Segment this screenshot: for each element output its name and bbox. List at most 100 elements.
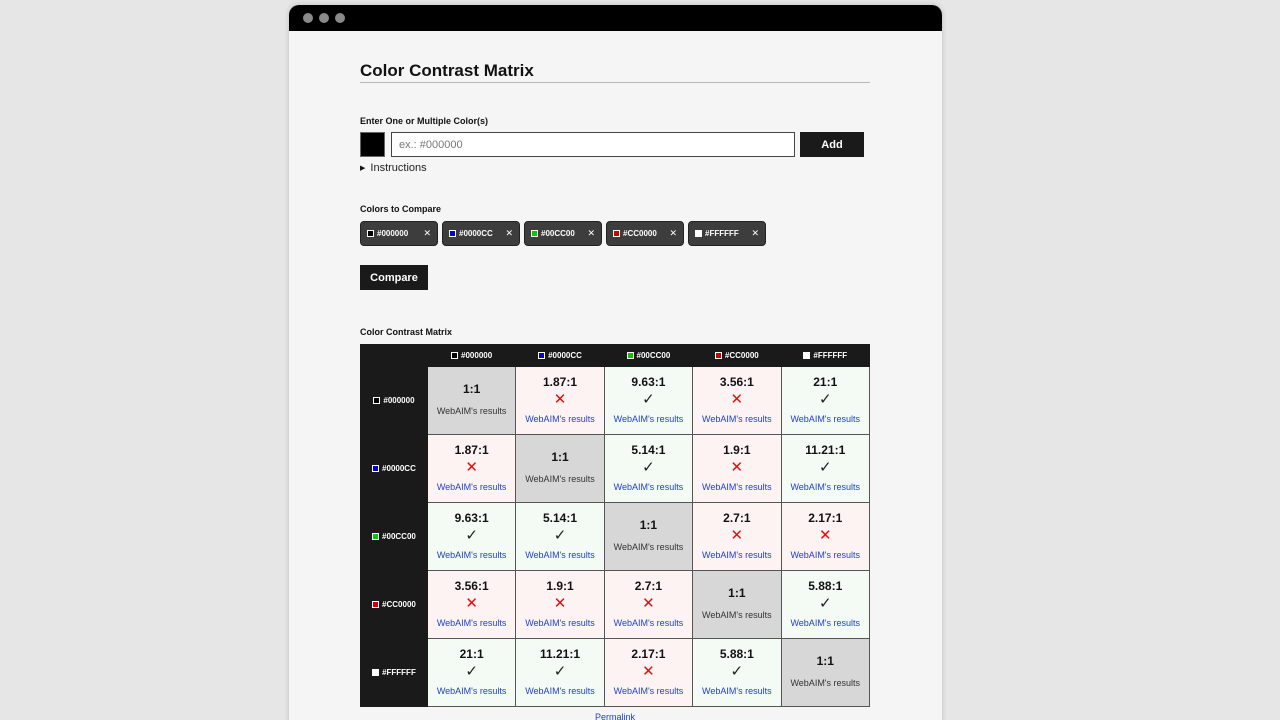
column-header-label: #CC0000 — [724, 350, 759, 360]
matrix-cell: 2.17:1 ✕ WebAIM's results — [780, 502, 871, 571]
color-chip: #CC0000 ✕ — [606, 221, 684, 246]
cross-icon: ✕ — [465, 594, 478, 612]
matrix-cell: 9.63:1 ✓ WebAIM's results — [603, 366, 694, 435]
page-title: Color Contrast Matrix — [360, 61, 870, 83]
matrix-row: #FFFFFF 21:1 ✓ WebAIM's results 11.21:1 ✓ WebA… — [360, 638, 871, 707]
webaim-results-link[interactable]: WebAIM's results — [702, 482, 772, 492]
column-header: #000000 — [426, 344, 517, 367]
checkmark-icon: ✓ — [642, 458, 655, 476]
window-control-dot[interactable] — [303, 13, 313, 23]
webaim-results-link[interactable]: WebAIM's results — [525, 414, 595, 424]
webaim-results-link[interactable]: WebAIM's results — [437, 618, 507, 628]
add-button[interactable]: Add — [800, 132, 864, 157]
color-chip-label: #CC0000 — [623, 229, 657, 238]
matrix-cell: 9.63:1 ✓ WebAIM's results — [426, 502, 517, 571]
matrix-cell: 1:1 WebAIM's results — [426, 366, 517, 435]
color-chip-label: #0000CC — [459, 229, 493, 238]
matrix-cell: 1:1 WebAIM's results — [603, 502, 694, 571]
webaim-results-link[interactable]: WebAIM's results — [614, 686, 684, 696]
contrast-ratio: 2.7:1 — [634, 578, 663, 593]
contrast-ratio: 5.14:1 — [543, 510, 578, 525]
color-swatch — [372, 600, 380, 608]
close-icon[interactable]: ✕ — [751, 228, 759, 239]
instructions-toggle[interactable]: ▶ Instructions — [360, 162, 427, 174]
close-icon[interactable]: ✕ — [505, 228, 513, 239]
color-input[interactable] — [391, 132, 795, 157]
contrast-matrix-table: #000000 #0000CC #00CC00 #CC0000 #FFFFFF #0000… — [360, 344, 871, 707]
cross-icon: ✕ — [730, 390, 744, 408]
webaim-results-link[interactable]: WebAIM's results — [614, 618, 684, 628]
compare-button[interactable]: Compare — [360, 265, 428, 290]
webaim-results-link[interactable]: WebAIM's results — [790, 618, 860, 628]
webaim-results-link[interactable]: WebAIM's results — [702, 610, 772, 620]
matrix-row: #000000 1:1 WebAIM's results 1.87:1 ✕ WebAIM'… — [360, 366, 871, 435]
webaim-results-link[interactable]: WebAIM's results — [614, 542, 684, 552]
instructions-label: Instructions — [370, 162, 427, 174]
window-control-dot[interactable] — [335, 13, 345, 23]
column-header-label: #0000CC — [548, 350, 582, 360]
row-header: #00CC00 — [360, 502, 428, 571]
matrix-label: Color Contrast Matrix — [360, 327, 453, 337]
color-picker-swatch[interactable] — [360, 132, 385, 157]
color-swatch — [451, 351, 459, 359]
contrast-ratio: 3.56:1 — [454, 578, 489, 593]
color-swatch — [695, 230, 702, 237]
close-icon[interactable]: ✕ — [669, 228, 677, 239]
contrast-ratio: 1.9:1 — [546, 578, 574, 593]
contrast-ratio: 1:1 — [551, 450, 569, 464]
contrast-ratio: 2.7:1 — [723, 510, 751, 525]
color-chip-label: #000000 — [377, 229, 409, 238]
permalink-link[interactable]: Permalink — [360, 712, 870, 720]
webaim-results-link[interactable]: WebAIM's results — [437, 686, 507, 696]
matrix-cell: 1.9:1 ✕ WebAIM's results — [515, 570, 605, 639]
colors-to-compare-label: Colors to Compare — [360, 204, 442, 214]
color-swatch — [373, 396, 381, 404]
webaim-results-link[interactable]: WebAIM's results — [790, 678, 860, 688]
webaim-results-link[interactable]: WebAIM's results — [614, 482, 684, 492]
webaim-results-link[interactable]: WebAIM's results — [525, 550, 595, 560]
matrix-cell: 1.87:1 ✕ WebAIM's results — [426, 434, 517, 503]
webaim-results-link[interactable]: WebAIM's results — [525, 474, 595, 484]
matrix-header-row: #000000 #0000CC #00CC00 #CC0000 #FFFFFF — [360, 344, 871, 367]
matrix-cell: 2.7:1 ✕ WebAIM's results — [603, 570, 694, 639]
matrix-cell: 1:1 WebAIM's results — [515, 434, 605, 503]
webaim-results-link[interactable]: WebAIM's results — [790, 414, 860, 424]
matrix-cell: 21:1 ✓ WebAIM's results — [780, 366, 871, 435]
row-header: #CC0000 — [360, 570, 428, 639]
checkmark-icon: ✓ — [465, 662, 478, 680]
webaim-results-link[interactable]: WebAIM's results — [437, 406, 507, 416]
matrix-cell: 5.14:1 ✓ WebAIM's results — [515, 502, 605, 571]
column-header-label: #00CC00 — [636, 350, 671, 360]
contrast-ratio: 21:1 — [813, 374, 838, 389]
webaim-results-link[interactable]: WebAIM's results — [790, 550, 860, 560]
matrix-row: #CC0000 3.56:1 ✕ WebAIM's results 1.9:1 ✕ WebA… — [360, 570, 871, 639]
contrast-ratio: 5.88:1 — [719, 646, 754, 661]
matrix-cell: 2.7:1 ✕ WebAIM's results — [692, 502, 782, 571]
webaim-results-link[interactable]: WebAIM's results — [525, 686, 595, 696]
webaim-results-link[interactable]: WebAIM's results — [437, 550, 507, 560]
webaim-results-link[interactable]: WebAIM's results — [790, 482, 860, 492]
column-header: #FFFFFF — [780, 344, 871, 367]
webaim-results-link[interactable]: WebAIM's results — [525, 618, 595, 628]
close-icon[interactable]: ✕ — [587, 228, 595, 239]
row-header-label: #FFFFFF — [382, 667, 416, 677]
contrast-ratio: 9.63:1 — [631, 374, 666, 389]
contrast-ratio: 1:1 — [816, 654, 834, 668]
checkmark-icon: ✓ — [642, 390, 655, 408]
contrast-ratio: 1.9:1 — [723, 442, 751, 457]
cross-icon: ✕ — [465, 458, 478, 476]
matrix-cell: 1.9:1 ✕ WebAIM's results — [692, 434, 782, 503]
webaim-results-link[interactable]: WebAIM's results — [702, 686, 772, 696]
matrix-cell: 11.21:1 ✓ WebAIM's results — [780, 434, 871, 503]
checkmark-icon: ✓ — [730, 662, 744, 680]
disclosure-triangle-icon: ▶ — [360, 165, 366, 172]
window-control-dot[interactable] — [319, 13, 329, 23]
webaim-results-link[interactable]: WebAIM's results — [702, 414, 772, 424]
webaim-results-link[interactable]: WebAIM's results — [614, 414, 684, 424]
contrast-ratio: 1.87:1 — [543, 374, 578, 389]
webaim-results-link[interactable]: WebAIM's results — [702, 550, 772, 560]
color-swatch — [372, 668, 380, 676]
webaim-results-link[interactable]: WebAIM's results — [437, 482, 507, 492]
matrix-cell: 5.88:1 ✓ WebAIM's results — [692, 638, 782, 707]
close-icon[interactable]: ✕ — [423, 228, 431, 239]
